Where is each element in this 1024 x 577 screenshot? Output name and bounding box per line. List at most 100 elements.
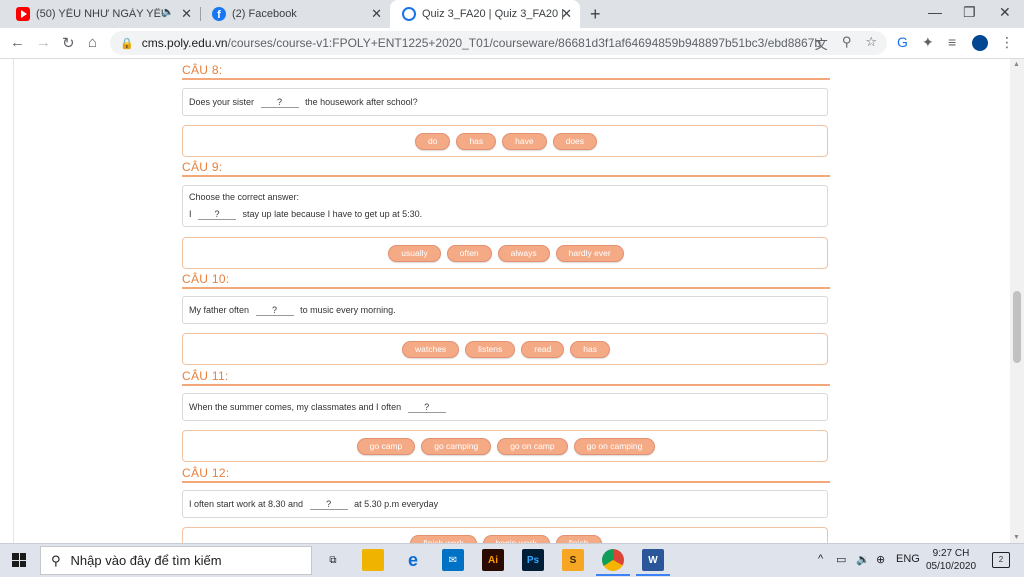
photoshop-icon[interactable]: Ps bbox=[522, 549, 544, 571]
answer-option[interactable]: has bbox=[456, 133, 497, 150]
drop-target-blank[interactable]: ? bbox=[255, 305, 294, 316]
question-prompt: I often start work at 8.30 and ? at 5.30… bbox=[182, 490, 828, 518]
forward-icon[interactable]: → bbox=[36, 34, 51, 51]
question-prompt: Choose the correct answer: I ? stay up l… bbox=[182, 185, 828, 227]
bookmark-star-icon[interactable]: ☆ bbox=[865, 34, 877, 53]
language-indicator[interactable]: ENG bbox=[896, 553, 920, 565]
answer-option[interactable]: go on camping bbox=[573, 438, 656, 455]
drop-target-blank[interactable]: ? bbox=[407, 402, 446, 413]
windows-taskbar: ⚲ Nhập vào đây để tìm kiếm ⧉ e ✉ Ai Ps S… bbox=[0, 543, 1024, 577]
answer-option[interactable]: go camp bbox=[356, 438, 416, 455]
notification-center-icon[interactable]: 2 bbox=[992, 552, 1010, 568]
translate-icon[interactable]: 文 bbox=[815, 34, 828, 53]
menu-icon[interactable]: ⋮ bbox=[1000, 34, 1014, 51]
facebook-icon: f bbox=[212, 7, 226, 21]
reload-icon[interactable]: ↻ bbox=[62, 34, 75, 52]
chevron-up-icon[interactable]: ^ bbox=[818, 553, 823, 565]
illustrator-icon[interactable]: Ai bbox=[482, 549, 504, 571]
answer-option[interactable]: often bbox=[446, 245, 492, 262]
answer-option[interactable]: hardly ever bbox=[555, 245, 624, 262]
edge-icon[interactable]: e bbox=[402, 549, 424, 571]
tab-title: (2) Facebook bbox=[232, 8, 297, 20]
close-icon[interactable]: ✕ bbox=[181, 6, 192, 22]
scrollbar-thumb[interactable] bbox=[1013, 291, 1021, 363]
tab-title: (50) YÊU NHƯ NGÀY YÊU CU bbox=[36, 8, 164, 20]
battery-icon[interactable]: ▭ bbox=[836, 553, 846, 566]
drop-target-blank[interactable]: ? bbox=[198, 209, 237, 220]
tab-title: Quiz 3_FA20 | Quiz 3_FA20 | ENT bbox=[422, 8, 568, 20]
sublime-icon[interactable]: S bbox=[562, 549, 584, 571]
answer-options: usually often always hardly ever bbox=[182, 237, 828, 269]
url-host: cms.poly.edu.vn bbox=[141, 36, 228, 50]
answer-options: watches listens read has bbox=[182, 333, 828, 365]
lock-icon[interactable]: 🔒 bbox=[120, 37, 134, 50]
drop-target-blank[interactable]: ? bbox=[260, 97, 299, 108]
close-window-icon[interactable]: ✕ bbox=[999, 4, 1011, 21]
tab-youtube[interactable]: (50) YÊU NHƯ NGÀY YÊU CU 🔈 ✕ bbox=[4, 0, 201, 28]
task-view-icon[interactable]: ⧉ bbox=[322, 549, 344, 571]
restore-icon[interactable]: ❐ bbox=[963, 4, 976, 21]
clock-time: 9:27 CH bbox=[932, 548, 970, 559]
chrome-icon[interactable] bbox=[596, 549, 630, 576]
url-path: /courses/course-v1:FPOLY+ENT1225+2020_T0… bbox=[227, 36, 822, 50]
speaker-icon[interactable]: 🔈 bbox=[162, 7, 174, 18]
answer-option[interactable]: have bbox=[502, 133, 547, 150]
volume-icon[interactable]: 🔉 bbox=[856, 553, 870, 566]
page-viewport: CÂU 8: Does your sister ? the housework … bbox=[0, 59, 1024, 543]
extensions-icon[interactable]: ✦ bbox=[922, 34, 934, 51]
home-icon[interactable]: ⌂ bbox=[88, 34, 97, 51]
answer-option[interactable]: listens bbox=[465, 341, 516, 358]
close-icon[interactable]: ✕ bbox=[371, 6, 382, 22]
answer-option[interactable]: finish work bbox=[410, 535, 477, 543]
question-prompt: My father often ? to music every morning… bbox=[182, 296, 828, 324]
tab-quiz[interactable]: Quiz 3_FA20 | Quiz 3_FA20 | ENT ✕ bbox=[390, 0, 580, 28]
close-icon[interactable]: ✕ bbox=[561, 6, 572, 22]
windows-start-icon[interactable] bbox=[12, 553, 26, 567]
answer-option[interactable]: watches bbox=[401, 341, 460, 358]
answer-option[interactable]: usually bbox=[388, 245, 441, 262]
browser-toolbar: ← → ↻ ⌂ 🔒 cms.poly.edu.vn/courses/course… bbox=[0, 28, 1024, 59]
answer-option[interactable]: finish bbox=[555, 535, 602, 543]
question-prompt: Does your sister ? the housework after s… bbox=[182, 88, 828, 116]
back-icon[interactable]: ← bbox=[10, 34, 25, 51]
address-bar[interactable]: 🔒 cms.poly.edu.vn/courses/course-v1:FPOL… bbox=[110, 31, 887, 55]
question-heading: CÂU 12: bbox=[182, 466, 830, 483]
tab-strip: (50) YÊU NHƯ NGÀY YÊU CU 🔈 ✕ f (2) Faceb… bbox=[0, 0, 1024, 28]
mail-icon[interactable]: ✉ bbox=[442, 549, 464, 571]
answer-option[interactable]: go camping bbox=[421, 438, 492, 455]
answer-option[interactable]: do bbox=[414, 133, 451, 150]
tab-facebook[interactable]: f (2) Facebook ✕ bbox=[200, 0, 390, 28]
answer-options: do has have does bbox=[182, 125, 828, 157]
question-heading: CÂU 11: bbox=[182, 369, 830, 386]
page-scrollbar[interactable]: ▲ ▼ bbox=[1010, 59, 1024, 543]
profile-avatar[interactable] bbox=[972, 35, 988, 51]
word-icon[interactable]: W bbox=[636, 549, 670, 576]
youtube-icon bbox=[16, 7, 30, 21]
network-globe-icon[interactable]: ⊕ bbox=[876, 553, 885, 566]
answer-option[interactable]: go on camp bbox=[497, 438, 568, 455]
answer-option[interactable]: read bbox=[521, 341, 565, 358]
file-explorer-icon[interactable] bbox=[362, 549, 384, 571]
question-heading: CÂU 9: bbox=[182, 160, 830, 177]
answer-option[interactable]: has bbox=[570, 341, 610, 358]
scroll-down-icon[interactable]: ▼ bbox=[1013, 534, 1020, 541]
answer-option[interactable]: always bbox=[497, 245, 550, 262]
search-icon: ⚲ bbox=[51, 552, 61, 568]
new-tab-icon[interactable]: + bbox=[590, 4, 601, 25]
zoom-icon[interactable]: ⚲ bbox=[842, 34, 852, 53]
answer-option[interactable]: begin work bbox=[482, 535, 550, 543]
scroll-up-icon[interactable]: ▲ bbox=[1013, 61, 1020, 68]
question-heading: CÂU 10: bbox=[182, 272, 830, 289]
loading-icon bbox=[402, 7, 416, 21]
answer-options: finish work begin work finish bbox=[182, 527, 828, 543]
minimize-icon[interactable]: — bbox=[928, 4, 942, 20]
drop-target-blank[interactable]: ? bbox=[309, 499, 348, 510]
search-placeholder: Nhập vào đây để tìm kiếm bbox=[70, 553, 222, 568]
translate-extension-icon[interactable]: G bbox=[897, 34, 908, 50]
answer-option[interactable]: does bbox=[552, 133, 598, 150]
media-control-icon[interactable]: ≡ bbox=[948, 34, 956, 50]
clock-date: 05/10/2020 bbox=[925, 561, 977, 572]
taskbar-clock[interactable]: 9:27 CH 05/10/2020 bbox=[920, 547, 982, 573]
taskbar-search-box[interactable]: ⚲ Nhập vào đây để tìm kiếm bbox=[40, 546, 312, 575]
question-heading: CÂU 8: bbox=[182, 63, 830, 80]
